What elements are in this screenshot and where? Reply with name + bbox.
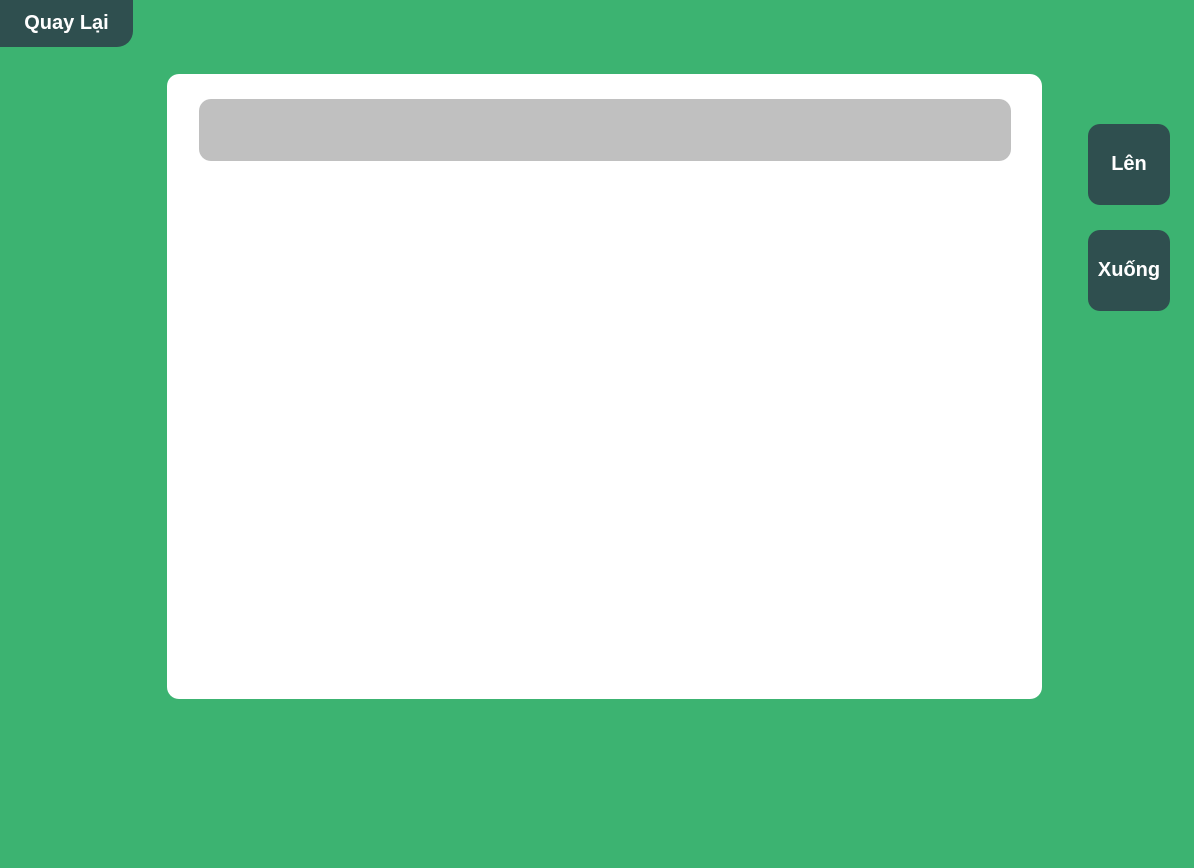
content-panel (167, 74, 1042, 699)
scroll-down-button[interactable]: Xuống (1088, 230, 1170, 311)
back-button[interactable]: Quay Lại (0, 0, 133, 47)
panel-header-bar (199, 99, 1011, 161)
page: Quay Lại Lên Xuống (0, 0, 1194, 868)
scroll-up-button[interactable]: Lên (1088, 124, 1170, 205)
